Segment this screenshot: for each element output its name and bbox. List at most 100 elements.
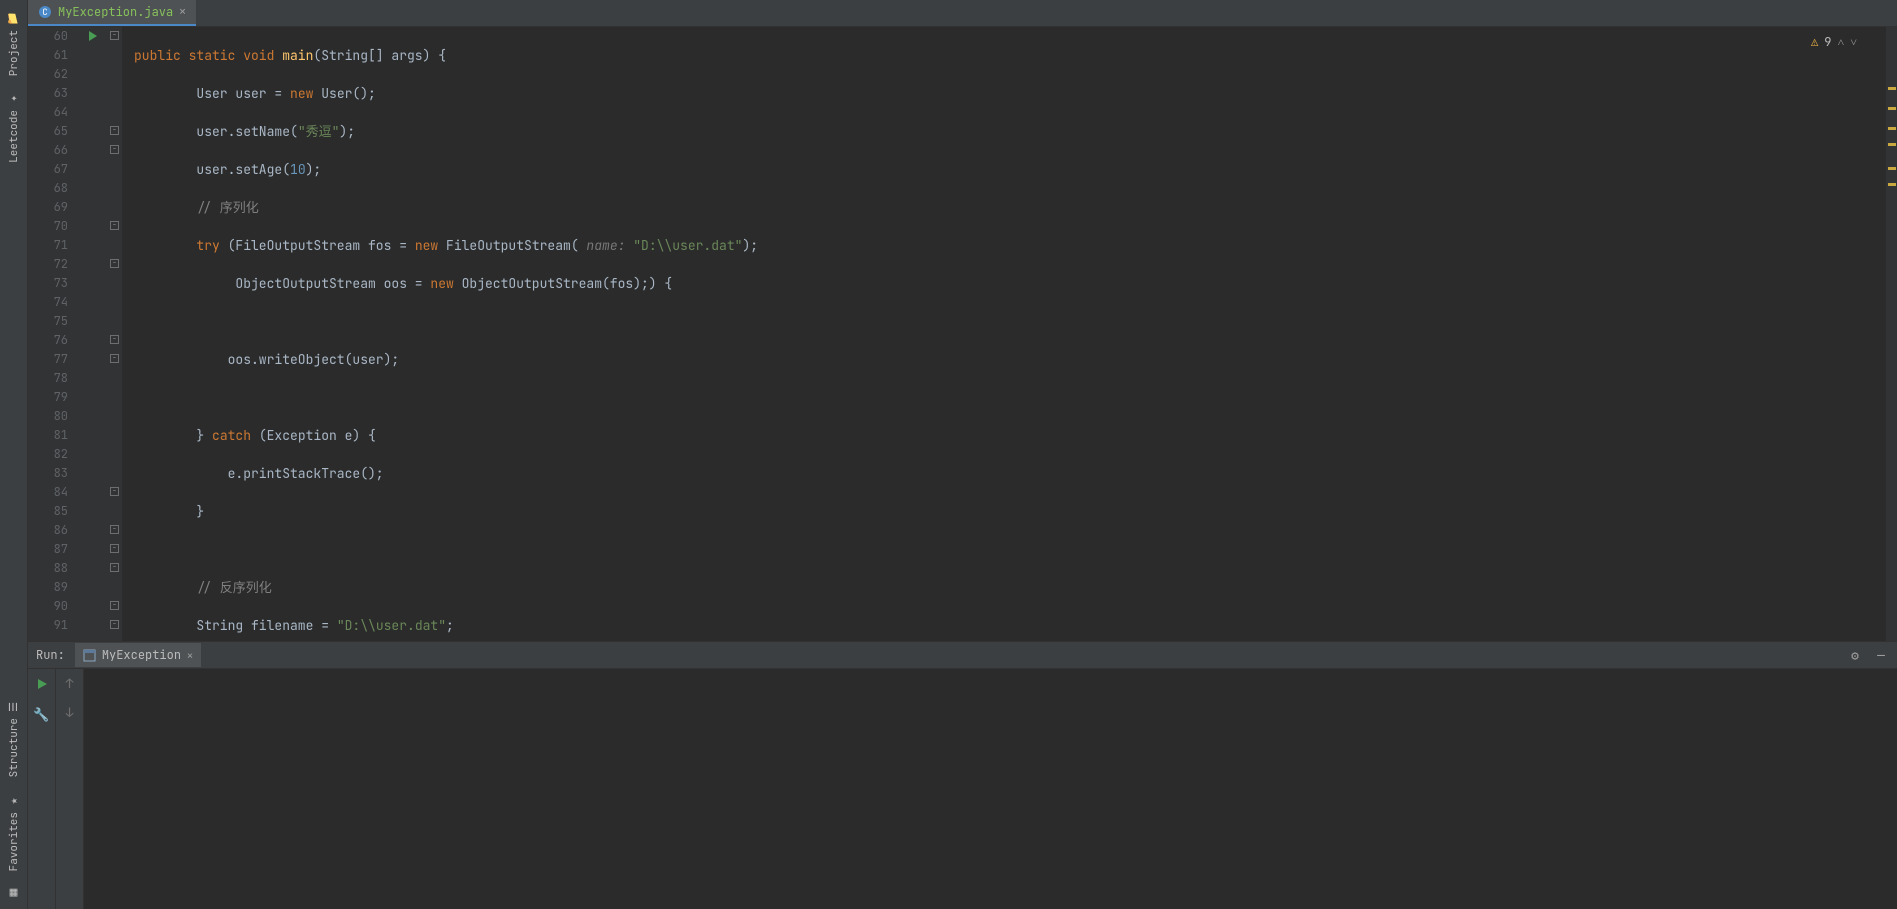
editor[interactable]: 6061626364656667686970717273747576777879… [28, 27, 1897, 641]
close-icon[interactable]: ✕ [187, 649, 193, 662]
line-number: 86 [28, 521, 68, 540]
fold-toggle[interactable]: − [110, 620, 119, 629]
rerun-icon[interactable] [33, 675, 51, 693]
line-number: 72 [28, 255, 68, 274]
tool-window-left-rail: Project 📁 Leetcode ✦ Structure ☰ Favorit… [0, 0, 28, 909]
editor-tab-filename: MyException.java [58, 4, 173, 20]
fold-toggle[interactable]: − [110, 221, 119, 230]
line-number: 83 [28, 464, 68, 483]
structure-label: Structure [7, 718, 21, 777]
arrow-up-icon[interactable]: ↑ [66, 675, 74, 692]
fold-toggle[interactable]: − [110, 487, 119, 496]
line-number: 76 [28, 331, 68, 350]
line-number: 60 [28, 27, 68, 46]
leetcode-icon: ✦ [7, 92, 21, 106]
fold-toggle[interactable]: − [110, 31, 119, 40]
run-label: Run: [36, 647, 65, 663]
line-number: 62 [28, 65, 68, 84]
svg-text:C: C [42, 6, 47, 18]
run-gutter-icon[interactable] [89, 31, 97, 41]
run-console[interactable] [84, 669, 1897, 909]
line-number: 66 [28, 141, 68, 160]
fold-toggle[interactable]: − [110, 354, 119, 363]
warning-marker[interactable] [1888, 183, 1896, 186]
line-number: 84 [28, 483, 68, 502]
line-number: 65 [28, 122, 68, 141]
warning-marker[interactable] [1888, 107, 1896, 110]
chevron-down-icon[interactable]: ˅ [1850, 33, 1857, 52]
run-header: Run: MyException ✕ ⚙ — [28, 642, 1897, 669]
line-number: 74 [28, 293, 68, 312]
tool-window-favorites[interactable]: Favorites ★ [5, 786, 23, 879]
line-number: 82 [28, 445, 68, 464]
line-number: 90 [28, 597, 68, 616]
tool-window-project[interactable]: Project 📁 [5, 4, 23, 84]
line-number: 87 [28, 540, 68, 559]
tool-window-build[interactable]: ▦ [2, 879, 26, 903]
gutter-icon-column [86, 27, 108, 641]
wrench-icon[interactable]: 🔧 [33, 705, 51, 723]
line-number: 80 [28, 407, 68, 426]
line-number: 69 [28, 198, 68, 217]
java-class-icon: C [38, 5, 52, 19]
tool-window-structure[interactable]: Structure ☰ [5, 692, 23, 785]
run-toolbar: 🔧 [28, 669, 56, 909]
code-area[interactable]: public static void main(String[] args) {… [122, 27, 1885, 641]
warning-marker[interactable] [1888, 127, 1896, 130]
line-number: 89 [28, 578, 68, 597]
run-config-name: MyException [102, 647, 181, 663]
star-icon: ★ [7, 794, 21, 808]
line-number: 79 [28, 388, 68, 407]
line-number: 81 [28, 426, 68, 445]
warning-icon: ⚠ [1811, 33, 1818, 52]
favorites-label: Favorites [7, 812, 21, 871]
line-number: 77 [28, 350, 68, 369]
line-number: 64 [28, 103, 68, 122]
fold-toggle[interactable]: − [110, 335, 119, 344]
warning-marker[interactable] [1888, 143, 1896, 146]
fold-toggle[interactable]: − [110, 259, 119, 268]
run-config-tab[interactable]: MyException ✕ [75, 643, 201, 667]
fold-toggle[interactable]: − [110, 544, 119, 553]
fold-column: − − − − − − − − − − − − − [108, 27, 122, 641]
close-icon[interactable]: ✕ [179, 5, 186, 19]
fold-toggle[interactable]: − [110, 601, 119, 610]
chevron-up-icon[interactable]: ˄ [1837, 33, 1844, 52]
leetcode-label: Leetcode [7, 110, 21, 163]
warning-marker[interactable] [1888, 167, 1896, 170]
line-number: 70 [28, 217, 68, 236]
line-number: 68 [28, 179, 68, 198]
line-number: 91 [28, 616, 68, 635]
gear-icon[interactable]: ⚙ [1847, 647, 1863, 664]
line-number: 78 [28, 369, 68, 388]
fold-toggle[interactable]: − [110, 563, 119, 572]
inspection-count: 9 [1824, 33, 1831, 52]
editor-tabs-bar: C MyException.java ✕ [28, 0, 1897, 27]
line-number: 73 [28, 274, 68, 293]
arrow-down-icon[interactable]: ↓ [66, 704, 74, 721]
line-number: 63 [28, 84, 68, 103]
line-number: 61 [28, 46, 68, 65]
minimize-icon[interactable]: — [1873, 647, 1889, 664]
structure-icon: ☰ [7, 700, 21, 714]
line-number: 88 [28, 559, 68, 578]
inspection-widget[interactable]: ⚠ 9 ˄ ˅ [1811, 33, 1857, 52]
line-number-gutter: 6061626364656667686970717273747576777879… [28, 27, 86, 641]
run-body: 🔧 ↑ ↓ [28, 669, 1897, 909]
line-number: 71 [28, 236, 68, 255]
fold-toggle[interactable]: − [110, 126, 119, 135]
line-number: 75 [28, 312, 68, 331]
line-number: 85 [28, 502, 68, 521]
fold-toggle[interactable]: − [110, 525, 119, 534]
project-label: Project [7, 30, 21, 76]
warning-marker[interactable] [1888, 87, 1896, 90]
line-number: 67 [28, 160, 68, 179]
run-tool-window: Run: MyException ✕ ⚙ — 🔧 ↑ ↓ [28, 641, 1897, 909]
main-column: C MyException.java ✕ 6061626364656667686… [28, 0, 1897, 909]
editor-tab-myexception[interactable]: C MyException.java ✕ [28, 0, 196, 26]
application-icon [83, 649, 96, 662]
run-nav-toolbar: ↑ ↓ [56, 669, 84, 909]
tool-window-leetcode[interactable]: Leetcode ✦ [5, 84, 23, 171]
error-stripe[interactable] [1885, 27, 1897, 641]
fold-toggle[interactable]: − [110, 145, 119, 154]
